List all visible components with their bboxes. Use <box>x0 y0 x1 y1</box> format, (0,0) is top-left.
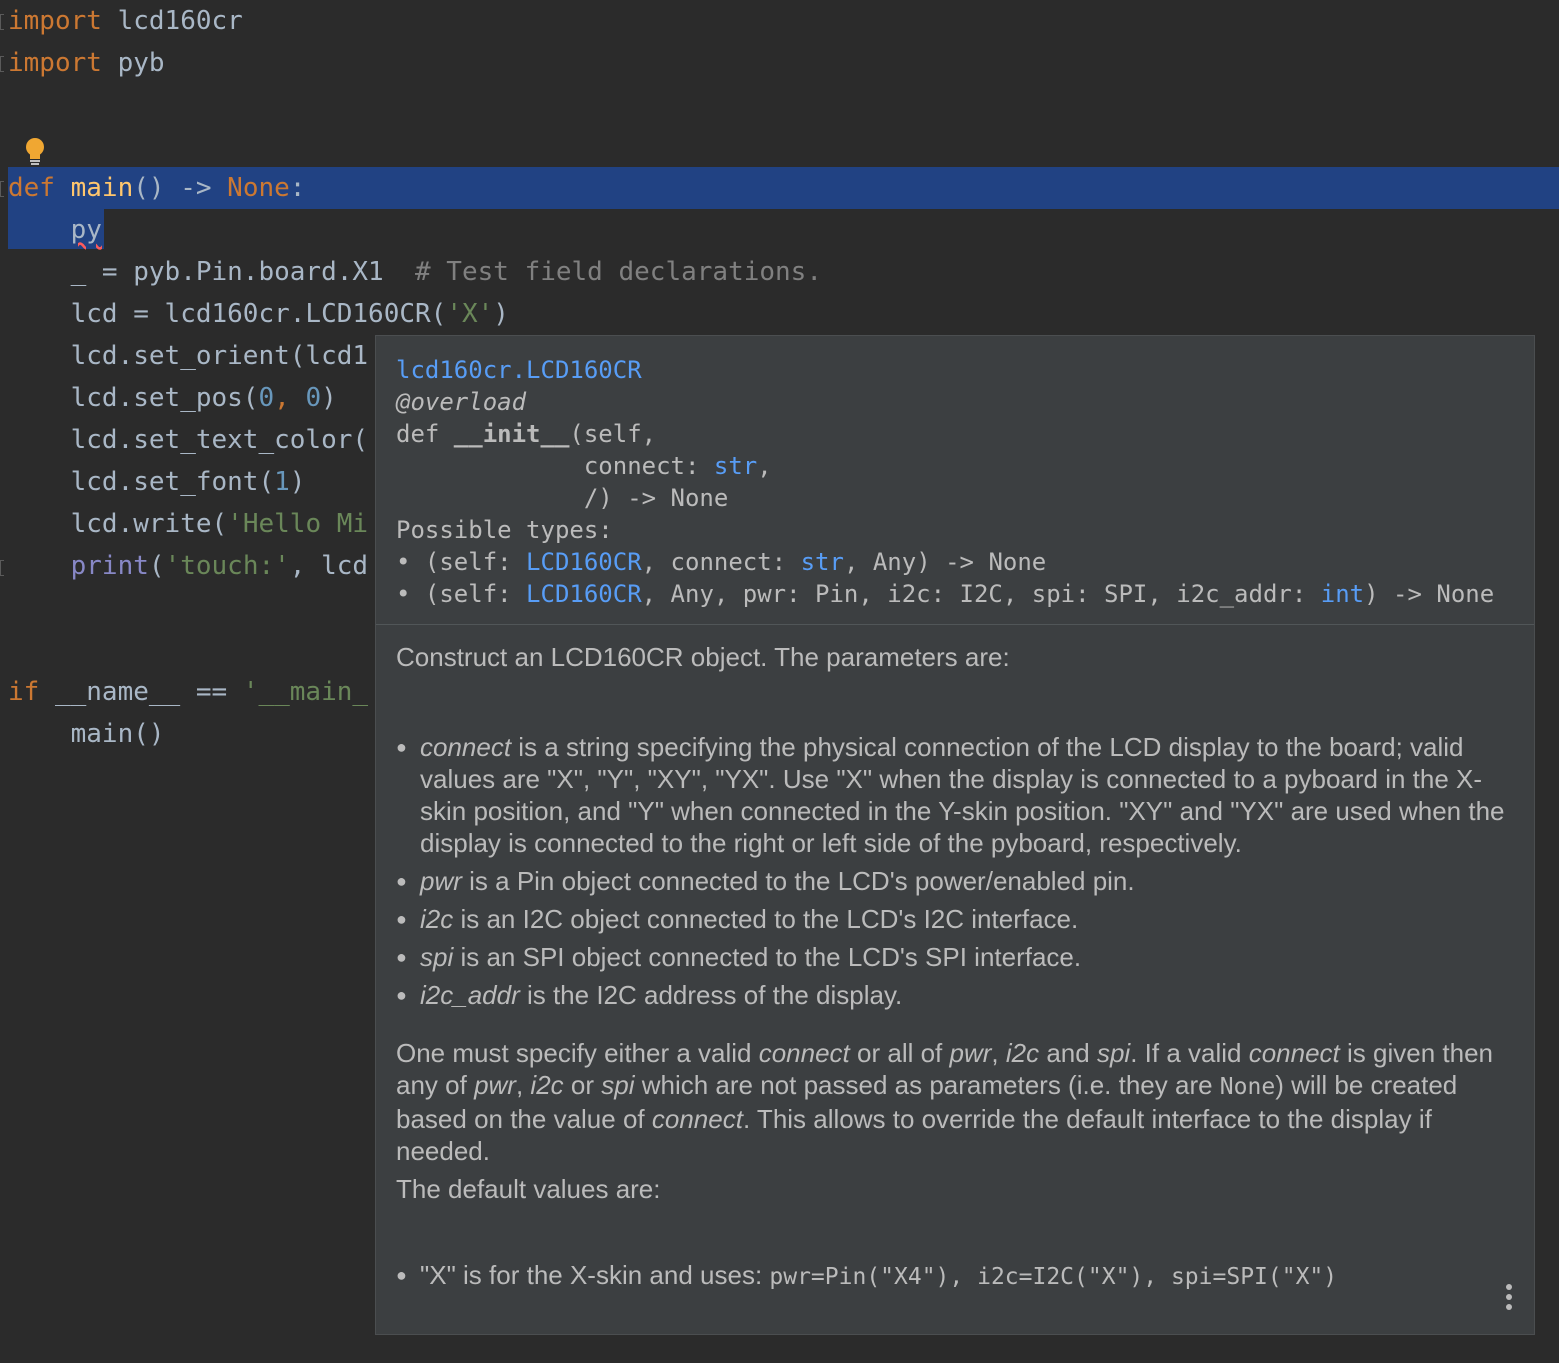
code-text: () -> <box>133 173 228 203</box>
param-term: i2c <box>420 904 454 934</box>
possible-types-label: Possible types: <box>396 516 613 544</box>
lightbulb-icon[interactable] <box>23 136 47 168</box>
param-desc: is a Pin object connected to the LCD's p… <box>461 866 1135 896</box>
method-name: __init__ <box>453 420 570 448</box>
type-link[interactable]: int <box>1321 580 1364 608</box>
param-connect: connect is a string specifying the physi… <box>396 731 1514 859</box>
code-text: lcd.set_text_color( <box>70 425 369 455</box>
keyword: def <box>8 173 55 203</box>
code-text: lcd.set_orient(lcd1 <box>70 341 369 371</box>
signature-text: ) -> None <box>1364 580 1495 608</box>
signature-text: connect: <box>396 452 714 480</box>
signature-text: (self, <box>569 420 657 448</box>
doc-paragraph: One must specify either a valid connect … <box>396 1038 1493 1166</box>
string-literal: 'touch:' <box>164 551 290 581</box>
more-options-icon[interactable] <box>1506 1284 1514 1314</box>
fold-marker[interactable] <box>0 56 4 72</box>
default-x: "X" is for the X-skin and uses: pwr=Pin(… <box>396 1259 1514 1293</box>
signature-text: , Any) -> None <box>843 548 1047 576</box>
function-name: main <box>70 173 134 203</box>
code-text: __name__ == <box>39 677 243 707</box>
quick-documentation-popup[interactable]: lcd160cr.LCD160CR @overload def __init__… <box>375 335 1535 1335</box>
param-pwr: pwr is a Pin object connected to the LCD… <box>396 865 1514 897</box>
code-text: main() <box>70 719 165 749</box>
param-term: pwr <box>420 866 462 896</box>
signature-text: , Any, pwr: Pin, i2c: I2C, spi: SPI, i2c… <box>641 580 1321 608</box>
param-i2c-addr: i2c_addr is the I2C address of the displ… <box>396 979 1514 1011</box>
type-link[interactable]: str <box>801 548 844 576</box>
fold-marker[interactable] <box>0 14 4 30</box>
fold-marker[interactable] <box>0 560 4 576</box>
signature-text: • (self: <box>396 548 527 576</box>
code-line[interactable]: lcd.set_text_color( <box>8 419 368 461</box>
param-spi: spi is an SPI object connected to the LC… <box>396 941 1514 973</box>
code-text: lcd.set_pos( <box>70 383 259 413</box>
code-line[interactable]: _ = pyb.Pin.board.X1 # Test field declar… <box>8 251 822 293</box>
keyword: import <box>8 6 102 36</box>
param-term: i2c_addr <box>420 980 520 1010</box>
error-token: py <box>70 215 102 245</box>
default-desc: "X" is for the X-skin and uses: <box>420 1260 770 1290</box>
keyword: import <box>8 48 102 78</box>
comment: # Test field declarations. <box>415 257 822 287</box>
string-literal: '__main_ <box>242 677 369 707</box>
param-term: spi <box>420 942 454 972</box>
code-line[interactable]: import pyb <box>8 42 165 84</box>
code-line[interactable]: def main() -> None: <box>8 167 305 209</box>
fold-marker[interactable] <box>0 181 4 197</box>
param-desc: is an SPI object connected to the LCD's … <box>453 942 1082 972</box>
code-text: lcd = lcd160cr.LCD160CR( <box>70 299 447 329</box>
code-text: : <box>289 173 306 203</box>
code-line[interactable]: lcd.set_orient(lcd1 <box>8 335 368 377</box>
code-line[interactable]: main() <box>8 713 165 755</box>
string-literal: 'Hello Mi <box>227 509 369 539</box>
param-desc: is an I2C object connected to the LCD's … <box>453 904 1079 934</box>
signature-text: /) -> None <box>396 484 729 512</box>
code-line[interactable]: lcd.set_font(1) <box>8 461 306 503</box>
param-i2c: i2c is an I2C object connected to the LC… <box>396 903 1514 935</box>
number-literal: 1 <box>274 467 290 497</box>
type-link[interactable]: LCD160CR <box>526 580 642 608</box>
code-line[interactable]: lcd.set_pos(0, 0) <box>8 377 337 419</box>
code-line[interactable]: print('touch:', lcd <box>8 545 368 587</box>
signature-text: , <box>757 452 772 480</box>
module-name: pyb <box>101 48 165 78</box>
signature-text: • (self: <box>396 580 527 608</box>
code-line[interactable]: import lcd160cr <box>8 0 243 42</box>
default-code: pwr=Pin("X4"), i2c=I2C("X"), spi=SPI("X"… <box>769 1264 1338 1290</box>
signature-section: lcd160cr.LCD160CR @overload def __init__… <box>376 336 1534 625</box>
keyword: None <box>227 173 290 203</box>
type-link[interactable]: LCD160CR <box>526 548 642 576</box>
type-link[interactable]: str <box>714 452 757 480</box>
code-line[interactable]: lcd.write('Hello Mi <box>8 503 368 545</box>
defaults-label: The default values are: <box>396 1174 661 1204</box>
code-text: ) <box>289 467 306 497</box>
code-text: , <box>274 383 306 413</box>
code-text: , lcd <box>289 551 369 581</box>
number-literal: 0 <box>258 383 275 413</box>
module-name: lcd160cr <box>101 6 243 36</box>
code-text: lcd.write( <box>70 509 228 539</box>
code-line[interactable]: lcd = lcd160cr.LCD160CR('X') <box>8 293 509 335</box>
param-desc: is the I2C address of the display. <box>519 980 903 1010</box>
keyword: if <box>8 677 40 707</box>
def-keyword: def <box>396 420 454 448</box>
code-text: _ = pyb.Pin.board.X1 <box>70 257 415 287</box>
signature-text: , connect: <box>641 548 801 576</box>
code-text: lcd.set_font( <box>70 467 275 497</box>
param-desc: is a string specifying the physical conn… <box>420 732 1505 858</box>
class-path-link[interactable]: lcd160cr.LCD160CR <box>396 356 642 384</box>
param-term: connect <box>420 732 512 762</box>
code-text: ) <box>493 299 509 329</box>
number-literal: 0 <box>305 383 322 413</box>
string-literal: 'X' <box>446 299 494 329</box>
builtin-name: print <box>70 551 149 581</box>
code-text: ) <box>321 383 337 413</box>
doc-intro: Construct an LCD160CR object. The parame… <box>396 642 1010 672</box>
code-line[interactable]: if __name__ == '__main_ <box>8 671 368 713</box>
decorator: @overload <box>396 388 527 416</box>
code-text: ( <box>148 551 165 581</box>
doc-body: Construct an LCD160CR object. The parame… <box>376 625 1534 1309</box>
code-line[interactable]: py <box>8 209 102 251</box>
